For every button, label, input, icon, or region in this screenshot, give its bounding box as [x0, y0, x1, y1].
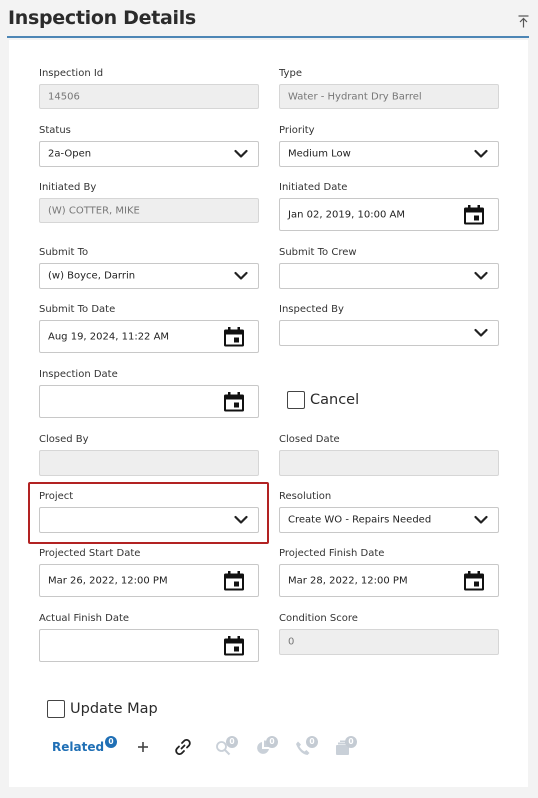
chevron-down-icon[interactable]: [474, 329, 488, 338]
folder-stack-badge: 0: [345, 736, 357, 748]
initiated-by-input: (W) COTTER, MIKE: [39, 198, 259, 223]
inspection-date-input[interactable]: [39, 385, 259, 418]
closed-by-label: Closed By: [39, 434, 89, 445]
submit-to-label: Submit To: [39, 247, 89, 258]
condition-score-label: Condition Score: [279, 613, 358, 624]
resolution-value: Create WO - Repairs Needed: [288, 514, 432, 526]
calendar-icon[interactable]: [223, 391, 245, 412]
add-icon[interactable]: [137, 741, 149, 753]
priority-select[interactable]: Medium Low: [279, 141, 499, 167]
condition-score-input: 0: [279, 629, 499, 655]
submit-to-select[interactable]: (w) Boyce, Darrin: [39, 263, 259, 289]
actual-finish-date-input[interactable]: [39, 629, 259, 662]
calendar-icon[interactable]: [463, 570, 485, 591]
chevron-down-icon[interactable]: [234, 516, 248, 525]
closed-by-input: [39, 450, 259, 476]
type-value: Water - Hydrant Dry Barrel: [288, 91, 422, 102]
inspected-by-label: Inspected By: [279, 304, 344, 315]
update-map-checkbox-row[interactable]: Update Map: [47, 700, 158, 718]
initiated-date-label: Initiated Date: [279, 182, 348, 193]
initiated-date-input[interactable]: Jan 02, 2019, 10:00 AM: [279, 198, 499, 231]
projected-start-date-input[interactable]: Mar 26, 2022, 12:00 PM: [39, 564, 259, 597]
cancel-checkbox-label: Cancel: [310, 392, 360, 408]
type-input: Water - Hydrant Dry Barrel: [279, 84, 499, 109]
update-map-checkbox-label: Update Map: [70, 701, 158, 717]
calendar-icon[interactable]: [223, 635, 245, 656]
resolution-label: Resolution: [279, 491, 332, 502]
submit-to-date-input[interactable]: Aug 19, 2024, 11:22 AM: [39, 320, 259, 353]
inspected-by-select[interactable]: [279, 320, 499, 346]
projected-finish-date-label: Projected Finish Date: [279, 548, 385, 559]
cancel-checkbox-row[interactable]: Cancel: [287, 391, 359, 409]
priority-value: Medium Low: [288, 148, 351, 160]
link-icon[interactable]: [174, 738, 192, 756]
inspection-id-value: 14506: [48, 91, 80, 102]
pie-chart-badge: 0: [266, 736, 278, 748]
panel-title: Inspection Details: [8, 7, 196, 29]
chevron-down-icon[interactable]: [474, 272, 488, 281]
submit-to-value: (w) Boyce, Darrin: [48, 270, 136, 282]
actual-finish-date-label: Actual Finish Date: [39, 613, 130, 624]
closed-date-label: Closed Date: [279, 434, 340, 445]
phone-badge: 0: [306, 736, 318, 748]
closed-date-input: [279, 450, 499, 476]
initiated-by-value: (W) COTTER, MIKE: [48, 205, 140, 216]
update-map-checkbox[interactable]: [47, 700, 65, 718]
calendar-icon[interactable]: [223, 570, 245, 591]
header-underline: [7, 36, 529, 38]
collapse-panel-icon[interactable]: [518, 15, 529, 28]
chevron-down-icon[interactable]: [234, 150, 248, 159]
initiated-by-label: Initiated By: [39, 182, 97, 193]
related-link[interactable]: Related: [52, 740, 104, 754]
initiated-date-value: Jan 02, 2019, 10:00 AM: [288, 209, 405, 220]
project-label: Project: [39, 491, 74, 502]
type-label: Type: [279, 68, 302, 79]
chevron-down-icon[interactable]: [474, 150, 488, 159]
submit-to-crew-label: Submit To Crew: [279, 247, 357, 258]
projected-finish-date-input[interactable]: Mar 28, 2022, 12:00 PM: [279, 564, 499, 597]
calendar-icon[interactable]: [223, 326, 245, 347]
submit-to-date-value: Aug 19, 2024, 11:22 AM: [48, 331, 170, 342]
submit-to-crew-select[interactable]: [279, 263, 499, 289]
inspection-date-label: Inspection Date: [39, 369, 118, 380]
search-related-badge: 0: [226, 736, 238, 748]
projected-start-date-value: Mar 26, 2022, 12:00 PM: [48, 575, 168, 586]
chevron-down-icon[interactable]: [474, 516, 488, 525]
inspection-id-label: Inspection Id: [39, 68, 104, 79]
status-select[interactable]: 2a-Open: [39, 141, 259, 167]
submit-to-date-label: Submit To Date: [39, 304, 116, 315]
resolution-select[interactable]: Create WO - Repairs Needed: [279, 507, 499, 533]
priority-label: Priority: [279, 125, 315, 136]
inspection-id-input: 14506: [39, 84, 259, 109]
status-value: 2a-Open: [48, 148, 92, 160]
calendar-icon[interactable]: [463, 204, 485, 225]
chevron-down-icon[interactable]: [234, 272, 248, 281]
related-count-badge: 0: [105, 736, 117, 748]
status-label: Status: [39, 125, 71, 136]
projected-start-date-label: Projected Start Date: [39, 548, 141, 559]
project-select[interactable]: [39, 507, 259, 533]
condition-score-value: 0: [288, 636, 295, 648]
cancel-checkbox[interactable]: [287, 391, 305, 409]
panel-header: Inspection Details: [0, 0, 538, 38]
projected-finish-date-value: Mar 28, 2022, 12:00 PM: [288, 575, 408, 586]
